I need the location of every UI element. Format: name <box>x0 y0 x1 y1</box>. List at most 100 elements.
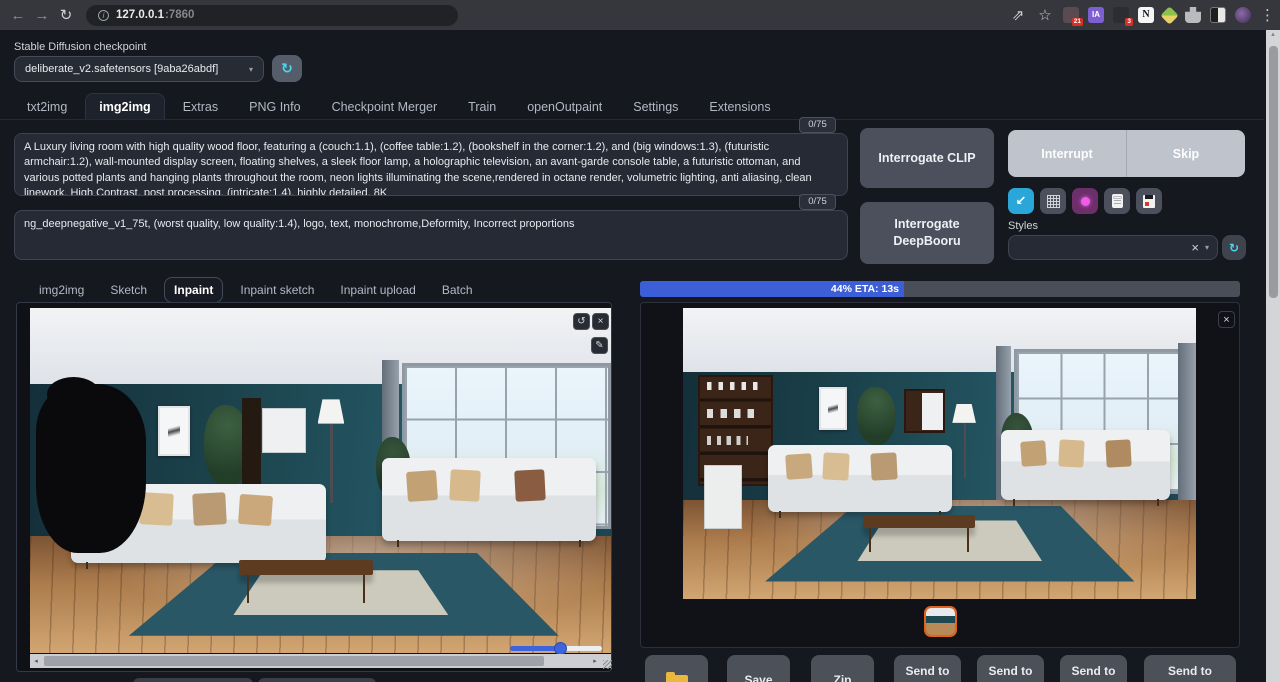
refresh-icon: ↻ <box>1229 241 1239 255</box>
extension-icon-diamond[interactable] <box>1160 6 1178 24</box>
progress-label: 44% ETA: 13s <box>831 283 904 295</box>
page-scrollbar-thumb[interactable] <box>1269 46 1278 298</box>
send-to-label: Send to <box>1060 664 1127 678</box>
scene-sofa-right <box>382 458 597 541</box>
browser-reload-button[interactable]: ↻ <box>54 6 78 24</box>
interrogate-clip-button[interactable]: Interrogate CLIP <box>860 128 994 188</box>
profile-avatar[interactable] <box>1235 7 1251 23</box>
progress-fill: 44% ETA: 13s <box>640 281 904 297</box>
prompt-token-counter: 0/75 <box>799 117 836 133</box>
share-icon[interactable]: ⇗ <box>1009 6 1027 24</box>
checkpoint-value: deliberate_v2.safetensors [9aba26abdf] <box>25 63 249 75</box>
extension-icon-darkreader[interactable] <box>1210 7 1226 23</box>
checkpoint-refresh-button[interactable]: ↻ <box>272 55 302 82</box>
send-to-sketch-button[interactable]: Send to <box>977 655 1044 682</box>
extension-badge: 3 <box>1125 18 1133 26</box>
prompt-input[interactable]: A Luxury living room with high quality w… <box>14 133 848 196</box>
tab-openoutpaint[interactable]: openOutpaint <box>514 94 615 120</box>
scene-curtain <box>1178 343 1196 518</box>
scene-sofa-right <box>1001 430 1170 500</box>
extension-icon-notion[interactable]: N <box>1138 7 1154 23</box>
scene-sofa-left <box>768 445 953 512</box>
extension-icon-stats[interactable]: 21 <box>1063 7 1079 23</box>
skip-button[interactable]: Skip <box>1126 130 1245 177</box>
subtab-img2img[interactable]: img2img <box>30 278 93 302</box>
negative-prompt-input[interactable]: ng_deepnegative_v1_75t, (worst quality, … <box>14 210 848 260</box>
tab-checkpoint-merger[interactable]: Checkpoint Merger <box>319 94 451 120</box>
checkpoint-dropdown[interactable]: deliberate_v2.safetensors [9aba26abdf] ▾ <box>14 56 264 82</box>
scroll-right-icon[interactable]: ▸ <box>589 657 601 665</box>
browser-menu-icon[interactable]: ⋮ <box>1260 6 1272 24</box>
tab-train[interactable]: Train <box>455 94 509 120</box>
address-bar[interactable]: i 127.0.0.1 :7860 <box>86 5 458 26</box>
extensions-puzzle-icon[interactable] <box>1185 7 1201 23</box>
interrupt-skip-group: Interrupt Skip <box>1008 130 1245 177</box>
send-to-extras-button[interactable]: Send to <box>1144 655 1236 682</box>
clear-styles-icon[interactable]: × <box>1191 241 1199 254</box>
site-info-icon[interactable]: i <box>98 10 109 21</box>
scroll-up-icon[interactable]: ▴ <box>1266 30 1280 38</box>
tab-settings[interactable]: Settings <box>620 94 691 120</box>
styles-dropdown[interactable]: × ▾ <box>1008 235 1218 260</box>
browser-forward-button[interactable]: → <box>30 7 54 24</box>
app-window: ← → ↻ i 127.0.0.1 :7860 ⇗ ☆ 21 IA 3 N ⋮ … <box>0 0 1280 682</box>
interrogate-deepbooru-button[interactable]: Interrogate DeepBooru <box>860 202 994 264</box>
page-scrollbar[interactable]: ▴ <box>1266 30 1280 682</box>
clear-prompt-button[interactable] <box>1040 188 1066 214</box>
subtab-sketch[interactable]: Sketch <box>101 278 156 302</box>
divider <box>0 119 1264 120</box>
apply-styles-button[interactable] <box>1104 188 1130 214</box>
tab-img2img[interactable]: img2img <box>85 93 164 120</box>
send-to-img2img-button[interactable]: Send to <box>894 655 961 682</box>
open-folder-button[interactable] <box>645 655 708 682</box>
save-style-button[interactable] <box>1136 188 1162 214</box>
refresh-icon: ↻ <box>281 60 293 77</box>
scrollbar-thumb[interactable] <box>44 656 544 666</box>
canvas-clear-button[interactable]: × <box>592 313 609 330</box>
subtab-batch[interactable]: Batch <box>433 278 482 302</box>
paste-params-button[interactable]: ↙ <box>1008 188 1034 214</box>
subtab-inpaint-sketch[interactable]: Inpaint sketch <box>231 278 323 302</box>
bookmark-star-icon[interactable]: ☆ <box>1036 6 1054 24</box>
tab-extras[interactable]: Extras <box>170 94 231 120</box>
gallery-close-button[interactable]: × <box>1218 311 1235 328</box>
extra-networks-button[interactable] <box>1072 188 1098 214</box>
send-to-inpaint-button[interactable]: Send to <box>1060 655 1127 682</box>
brush-size-slider[interactable] <box>510 646 602 651</box>
scroll-left-icon[interactable]: ◂ <box>30 657 42 665</box>
subtab-inpaint-upload[interactable]: Inpaint upload <box>331 278 424 302</box>
extra-networks-icon <box>1081 197 1090 206</box>
img2img-mode-tab-bar: img2img Sketch Inpaint Inpaint sketch In… <box>30 277 482 303</box>
extension-icon-dark[interactable]: 3 <box>1113 7 1129 23</box>
folder-icon <box>666 675 688 682</box>
output-image[interactable] <box>683 308 1196 599</box>
inpaint-canvas[interactable] <box>30 308 611 653</box>
browser-back-button[interactable]: ← <box>6 7 30 24</box>
scene-coffee-table <box>239 560 373 576</box>
interrupt-button[interactable]: Interrupt <box>1008 130 1126 177</box>
extension-icon-ia[interactable]: IA <box>1088 7 1104 23</box>
styles-refresh-button[interactable]: ↻ <box>1222 235 1246 260</box>
canvas-horizontal-scrollbar[interactable]: ◂ ▸ <box>30 654 611 668</box>
tab-png-info[interactable]: PNG Info <box>236 94 313 120</box>
scene-cabinet <box>704 465 742 529</box>
subtab-inpaint[interactable]: Inpaint <box>164 277 223 303</box>
resize-grip-icon[interactable] <box>603 660 612 669</box>
url-host: 127.0.0.1 <box>116 9 164 21</box>
scene-wall-art <box>158 406 190 456</box>
generation-progress-bar: 44% ETA: 13s <box>640 281 1240 297</box>
tab-extensions[interactable]: Extensions <box>696 94 783 120</box>
clipped-copy-button[interactable] <box>258 678 376 682</box>
url-port: :7860 <box>165 9 194 21</box>
save-button[interactable]: Save <box>727 655 790 682</box>
canvas-undo-button[interactable]: ↺ <box>573 313 590 330</box>
tab-txt2img[interactable]: txt2img <box>14 94 80 120</box>
clipped-copy-button[interactable] <box>133 678 253 682</box>
chevron-down-icon: ▾ <box>249 65 253 74</box>
inpaint-mask-blob <box>47 377 99 412</box>
thumbnail-image <box>926 608 955 635</box>
main-tab-bar: txt2img img2img Extras PNG Info Checkpoi… <box>14 93 784 120</box>
zip-button[interactable]: Zip <box>811 655 874 682</box>
gallery-thumbnail-selected[interactable] <box>924 606 957 637</box>
canvas-brush-button[interactable]: ✎ <box>591 337 608 354</box>
